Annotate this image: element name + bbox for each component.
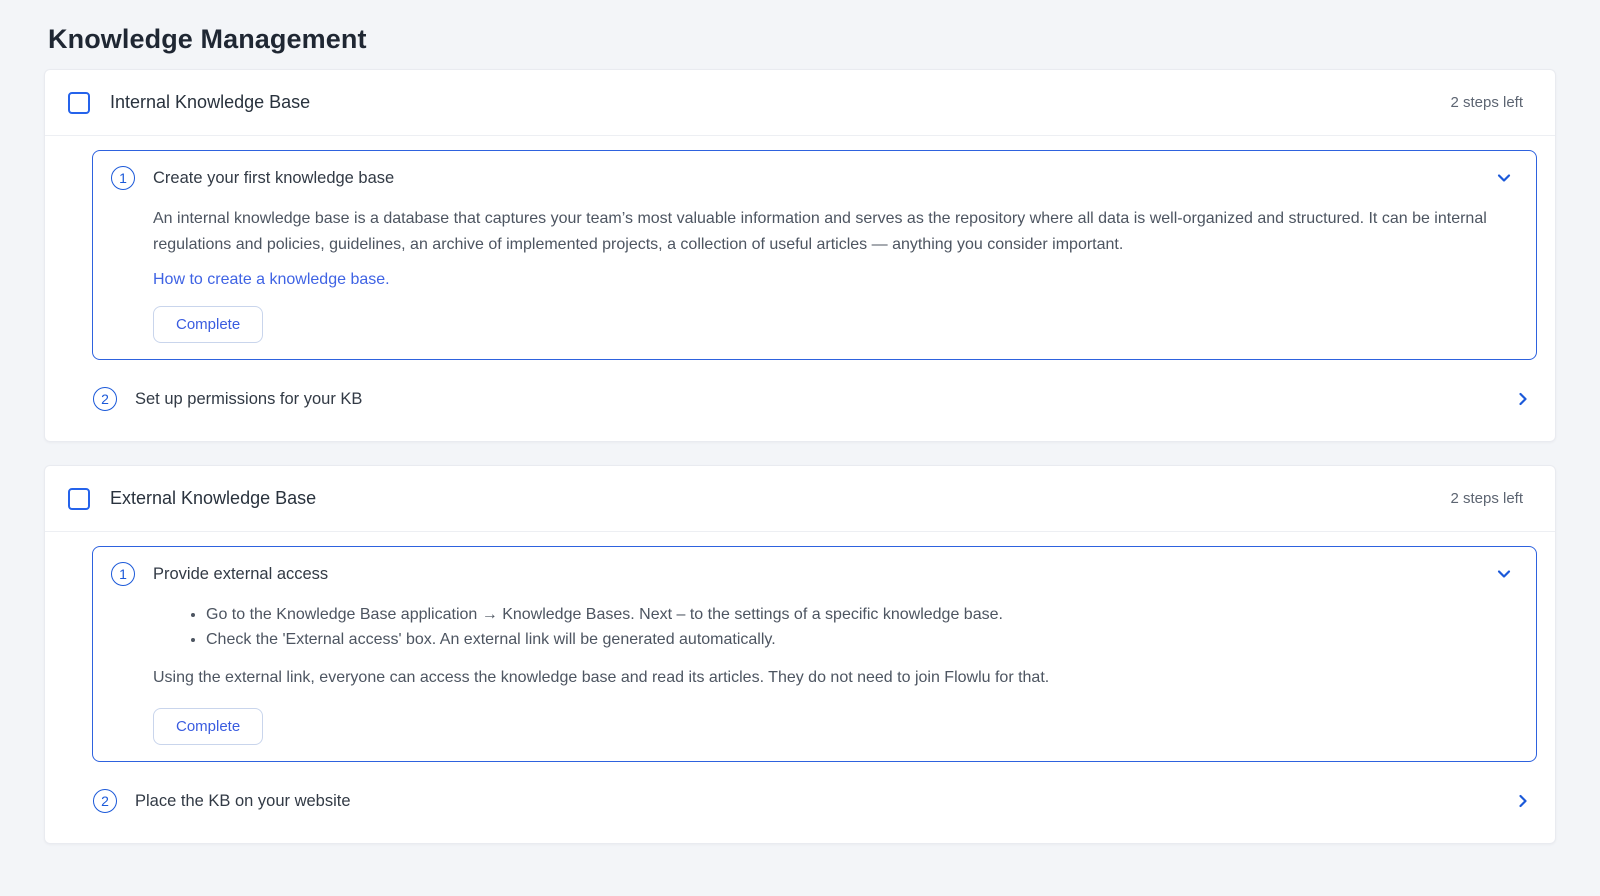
step-header[interactable]: 1 Provide external access [111, 562, 1512, 586]
how-to-create-kb-link[interactable]: How to create a knowledge base. [153, 271, 390, 288]
step-content: Go to the Knowledge Base application → K… [153, 602, 1512, 745]
card-internal-knowledge-base: Internal Knowledge Base 2 steps left 1 C… [44, 69, 1556, 442]
step-title: Place the KB on your website [135, 792, 351, 811]
step-set-up-permissions[interactable]: 2 Set up permissions for your KB [92, 377, 1537, 421]
step-header[interactable]: 1 Create your first knowledge base [111, 166, 1512, 190]
card-title: External Knowledge Base [110, 488, 316, 509]
step-number-badge: 2 [93, 387, 117, 411]
step-number-badge: 1 [111, 166, 135, 190]
complete-button[interactable]: Complete [153, 708, 263, 745]
steps-left-badge: 2 steps left [1450, 490, 1523, 507]
complete-button[interactable]: Complete [153, 306, 263, 343]
step-place-kb-on-website[interactable]: 2 Place the KB on your website [92, 779, 1537, 823]
chevron-down-icon[interactable] [1496, 170, 1512, 186]
card-title: Internal Knowledge Base [110, 92, 310, 113]
steps-left-badge: 2 steps left [1450, 94, 1523, 111]
card-external-knowledge-base: External Knowledge Base 2 steps left 1 P… [44, 465, 1556, 844]
step-content: An internal knowledge base is a database… [153, 206, 1512, 343]
chevron-right-icon[interactable] [1515, 391, 1531, 407]
step-description: An internal knowledge base is a database… [153, 206, 1512, 258]
step-title: Provide external access [153, 565, 328, 584]
instruction-item: Check the 'External access' box. An exte… [206, 627, 1512, 652]
instruction-item: Go to the Knowledge Base application → K… [206, 602, 1512, 627]
chevron-down-icon[interactable] [1496, 566, 1512, 582]
instructions-list: Go to the Knowledge Base application → K… [153, 602, 1512, 652]
step-number-badge: 2 [93, 789, 117, 813]
card-header: Internal Knowledge Base 2 steps left [45, 70, 1555, 136]
step-description: Using the external link, everyone can ac… [153, 665, 1512, 691]
external-kb-checkbox[interactable] [68, 488, 90, 510]
card-body: 1 Provide external access Go to the Know… [45, 532, 1555, 843]
step-create-first-kb: 1 Create your first knowledge base An in… [92, 150, 1537, 360]
knowledge-management-page: Knowledge Management Internal Knowledge … [0, 0, 1600, 844]
step-title: Create your first knowledge base [153, 169, 394, 188]
card-header: External Knowledge Base 2 steps left [45, 466, 1555, 532]
card-body: 1 Create your first knowledge base An in… [45, 136, 1555, 441]
step-number-badge: 1 [111, 562, 135, 586]
page-title: Knowledge Management [48, 24, 1556, 55]
step-title: Set up permissions for your KB [135, 390, 362, 409]
step-link-row: How to create a knowledge base. [153, 271, 1512, 289]
step-provide-external-access: 1 Provide external access Go to the Know… [92, 546, 1537, 762]
internal-kb-checkbox[interactable] [68, 92, 90, 114]
chevron-right-icon[interactable] [1515, 793, 1531, 809]
